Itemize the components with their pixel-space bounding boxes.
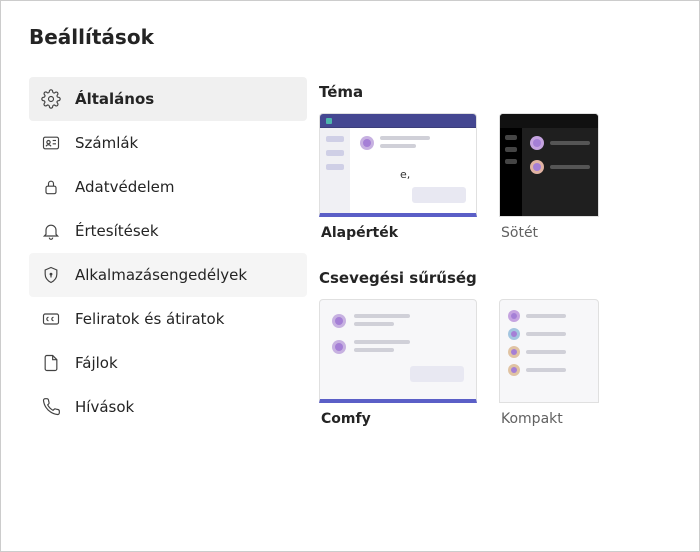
id-card-icon: [41, 133, 61, 153]
density-option-label: Comfy: [319, 403, 477, 427]
shield-icon: [41, 265, 61, 285]
sidebar-item-app-permissions[interactable]: Alkalmazásengedélyek: [29, 253, 307, 297]
theme-section-title: Téma: [319, 83, 699, 101]
sidebar-item-label: Adatvédelem: [75, 178, 174, 196]
gear-icon: [41, 89, 61, 109]
settings-sidebar: Általános Számlák Adatvédelem Értesítése…: [29, 77, 319, 551]
theme-preview-default: e,: [319, 113, 477, 217]
sidebar-item-captions[interactable]: Feliratok és átiratok: [29, 297, 307, 341]
settings-window: Beállítások Általános Számlák Adatvédele…: [1, 1, 699, 551]
sidebar-item-privacy[interactable]: Adatvédelem: [29, 165, 307, 209]
preview-sample-text: e,: [400, 168, 410, 181]
content-area: Általános Számlák Adatvédelem Értesítése…: [29, 77, 699, 551]
density-option-label: Kompakt: [499, 403, 599, 427]
density-preview-comfy: [319, 299, 477, 403]
theme-option-label: Alapérték: [319, 217, 477, 241]
sidebar-item-label: Számlák: [75, 134, 138, 152]
density-option-compact[interactable]: Kompakt: [499, 299, 599, 427]
sidebar-item-label: Hívások: [75, 398, 134, 416]
density-preview-compact: [499, 299, 599, 403]
sidebar-item-label: Alkalmazásengedélyek: [75, 266, 247, 284]
theme-option-label: Sötét: [499, 217, 599, 241]
sidebar-item-notifications[interactable]: Értesítések: [29, 209, 307, 253]
sidebar-item-label: Értesítések: [75, 222, 159, 240]
density-options: Comfy Kompakt: [319, 299, 699, 427]
sidebar-item-label: Fájlok: [75, 354, 118, 372]
theme-option-dark[interactable]: Sötét: [499, 113, 599, 241]
phone-icon: [41, 397, 61, 417]
theme-option-default[interactable]: e, Alapérték: [319, 113, 477, 241]
sidebar-item-label: Általános: [75, 90, 154, 108]
file-icon: [41, 353, 61, 373]
theme-preview-dark: [499, 113, 599, 217]
cc-icon: [41, 309, 61, 329]
density-option-comfy[interactable]: Comfy: [319, 299, 477, 427]
sidebar-item-calls[interactable]: Hívások: [29, 385, 307, 429]
sidebar-item-accounts[interactable]: Számlák: [29, 121, 307, 165]
sidebar-item-general[interactable]: Általános: [29, 77, 307, 121]
bell-icon: [41, 221, 61, 241]
settings-main: Téma e, Alapérték: [319, 77, 699, 551]
sidebar-item-files[interactable]: Fájlok: [29, 341, 307, 385]
theme-options: e, Alapérték: [319, 113, 699, 241]
density-section-title: Csevegési sűrűség: [319, 269, 699, 287]
lock-icon: [41, 177, 61, 197]
page-title: Beállítások: [29, 25, 699, 49]
sidebar-item-label: Feliratok és átiratok: [75, 310, 224, 328]
